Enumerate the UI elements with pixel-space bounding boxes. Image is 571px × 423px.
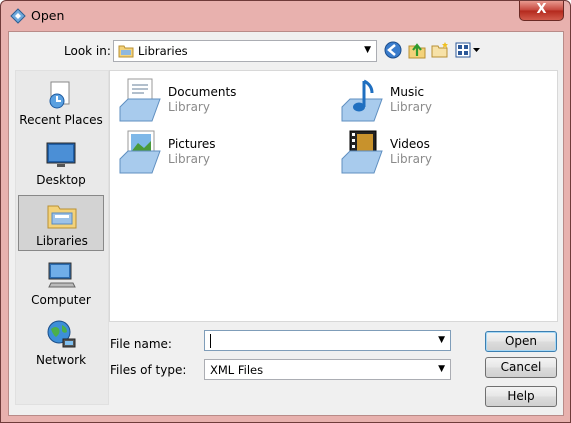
- window-title: Open: [31, 8, 65, 23]
- open-button[interactable]: Open: [485, 331, 557, 352]
- place-network[interactable]: Network: [18, 315, 104, 371]
- documents-icon: [119, 78, 161, 122]
- libraries-icon: [47, 205, 77, 229]
- place-label: Desktop: [36, 173, 86, 187]
- libraries-folder-icon: [118, 45, 134, 58]
- library-videos[interactable]: Videos Library: [338, 129, 538, 175]
- library-music[interactable]: Music Library: [338, 77, 538, 123]
- videos-icon: [341, 130, 383, 174]
- text-caret: [210, 334, 211, 348]
- app-icon: [10, 8, 26, 24]
- library-type: Library: [390, 152, 432, 166]
- library-type: Library: [168, 152, 210, 166]
- help-button[interactable]: Help: [485, 386, 557, 407]
- network-icon: [47, 320, 76, 348]
- back-icon[interactable]: [383, 40, 403, 60]
- new-folder-icon[interactable]: [430, 40, 450, 60]
- title-bar[interactable]: Open X: [1, 1, 570, 31]
- place-label: Computer: [31, 293, 91, 307]
- chevron-down-icon: ▼: [438, 364, 445, 374]
- place-computer[interactable]: Computer: [18, 255, 104, 311]
- place-label: Network: [35, 353, 87, 367]
- desktop-icon: [46, 142, 76, 167]
- pictures-icon: [119, 130, 161, 174]
- up-folder-icon[interactable]: [407, 40, 427, 60]
- music-icon: [341, 79, 383, 122]
- library-type: Library: [390, 100, 432, 114]
- place-recent-places[interactable]: Recent Places: [18, 75, 104, 131]
- library-pictures[interactable]: Pictures Library: [116, 129, 316, 175]
- look-in-label: Look in:: [64, 44, 111, 58]
- file-type-select[interactable]: XML Files ▼: [204, 359, 451, 380]
- chevron-down-icon: ▼: [364, 45, 371, 55]
- computer-icon: [48, 262, 76, 288]
- library-type: Library: [168, 100, 210, 114]
- recent-places-icon: [49, 81, 70, 109]
- file-list[interactable]: Documents Library Music Library Pictures…: [109, 70, 558, 322]
- library-name: Videos: [390, 137, 430, 151]
- look-in-value: Libraries: [138, 44, 188, 58]
- open-dialog: Open X Look in: Libraries ▼ Recent Place…: [0, 0, 571, 423]
- place-label: Libraries: [36, 234, 88, 248]
- places-bar: Recent Places Desktop Libraries Computer…: [15, 70, 109, 405]
- library-name: Documents: [168, 85, 237, 99]
- file-name-field[interactable]: ▼: [204, 330, 451, 351]
- place-desktop[interactable]: Desktop: [18, 135, 104, 191]
- look-in-combo[interactable]: Libraries ▼: [113, 40, 377, 62]
- cancel-button[interactable]: Cancel: [485, 357, 557, 378]
- library-name: Pictures: [168, 137, 216, 151]
- file-name-label: File name:: [110, 337, 172, 351]
- library-name: Music: [390, 85, 425, 99]
- place-libraries[interactable]: Libraries: [18, 195, 104, 251]
- library-documents[interactable]: Documents Library: [116, 77, 316, 123]
- chevron-down-icon[interactable]: ▼: [438, 335, 445, 345]
- view-menu-icon[interactable]: [454, 40, 482, 60]
- close-button[interactable]: X: [519, 1, 564, 21]
- file-type-label: Files of type:: [110, 363, 187, 377]
- file-type-value: XML Files: [210, 363, 264, 377]
- place-label: Recent Places: [19, 113, 103, 127]
- close-icon: X: [536, 2, 547, 17]
- dialog-body: Look in: Libraries ▼ Recent Places Deskt…: [8, 31, 564, 416]
